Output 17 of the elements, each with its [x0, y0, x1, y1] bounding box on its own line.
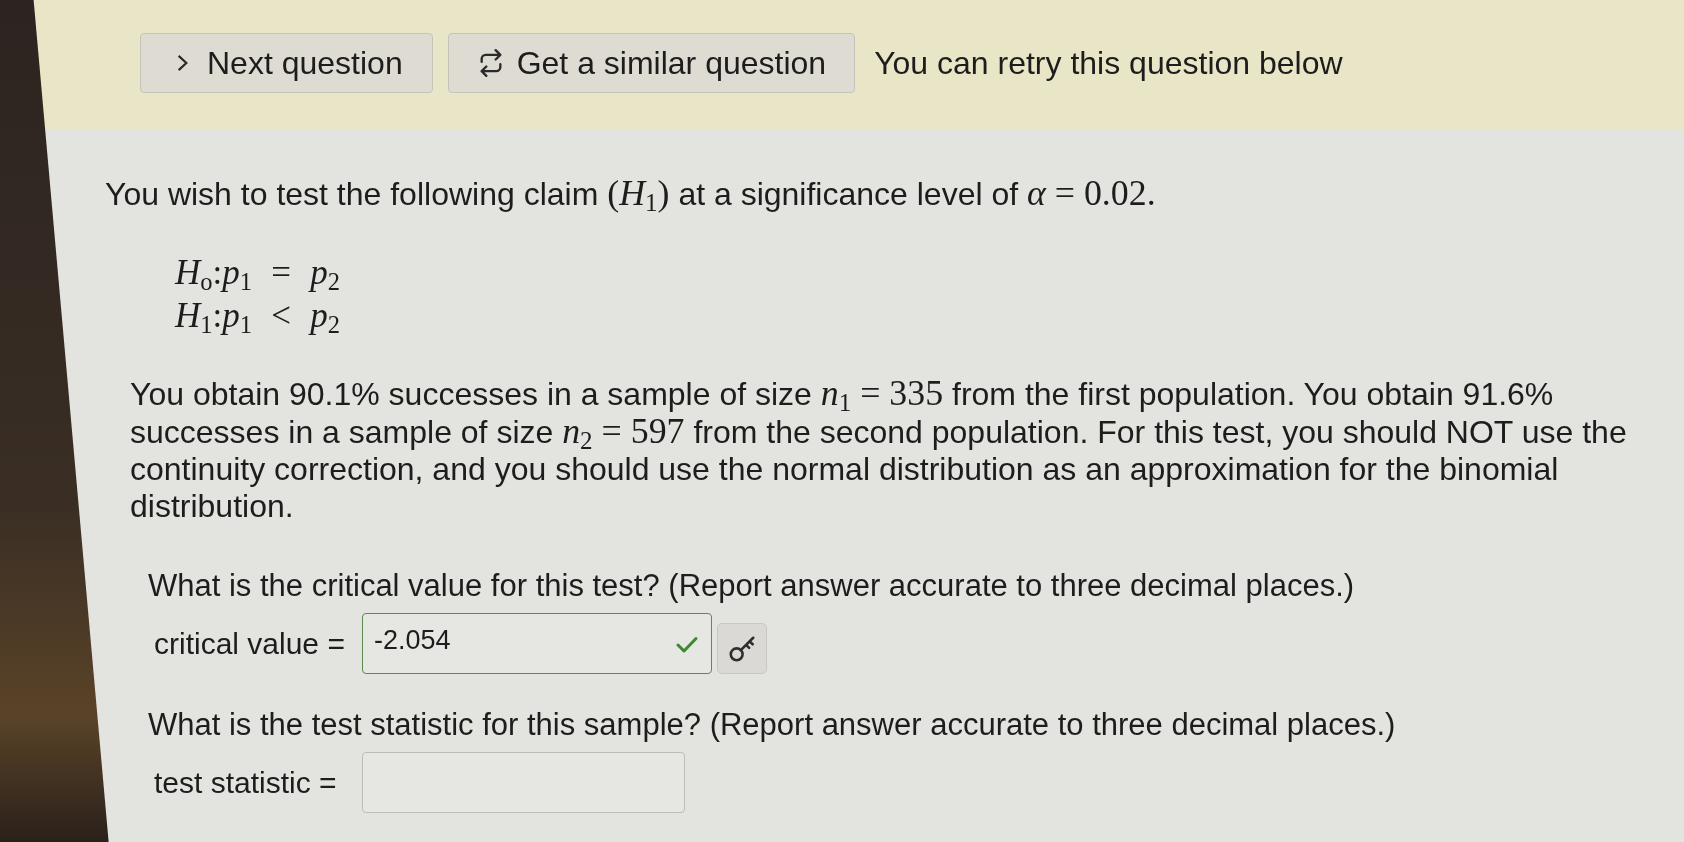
swap-arrows-icon: [478, 49, 503, 77]
sample-description: You obtain 90.1% successes in a sample of size n$_{1}$ = 335 from the first population. You obtain 91.6% successes in a sample of size n$_{2}$ = 597 from the second population. For this test, you should NOT use the continuity correction, and you should use the normal distribution as an approximation for the binomial distribution.: [129, 375, 1628, 525]
next-question-button[interactable]: Next question: [140, 33, 433, 93]
answer-label: test statistic =: [153, 765, 338, 800]
similar-question-button[interactable]: Get a similar question: [447, 33, 856, 93]
key-button[interactable]: [717, 623, 767, 674]
answer-field[interactable]: -2.054: [362, 613, 712, 674]
chevron-icon: [177, 54, 188, 72]
answer-field[interactable]: [362, 752, 685, 813]
question-prompt: What is the critical value for this test? (Report answer accurate to three decimal places.): [148, 569, 1356, 603]
retry-message: You can retry this question below: [874, 44, 1343, 82]
question-prompt: What is the test statistic for this sample? (Report answer accurate to three decimal places.): [148, 708, 1397, 742]
key-icon: [729, 635, 755, 662]
hypothesis-formula: H$_{o}$:p$_{1}$ = p$_{2}$: [175, 252, 340, 294]
claim-statement: You wish to test the following claim (H$_{1}$) at a significance level of α = 0.02.: [104, 174, 1157, 213]
hypothesis-formula: H$_{1}$:p$_{1}$ < p$_{2}$: [175, 295, 340, 337]
answer-label: critical value =: [153, 626, 346, 661]
